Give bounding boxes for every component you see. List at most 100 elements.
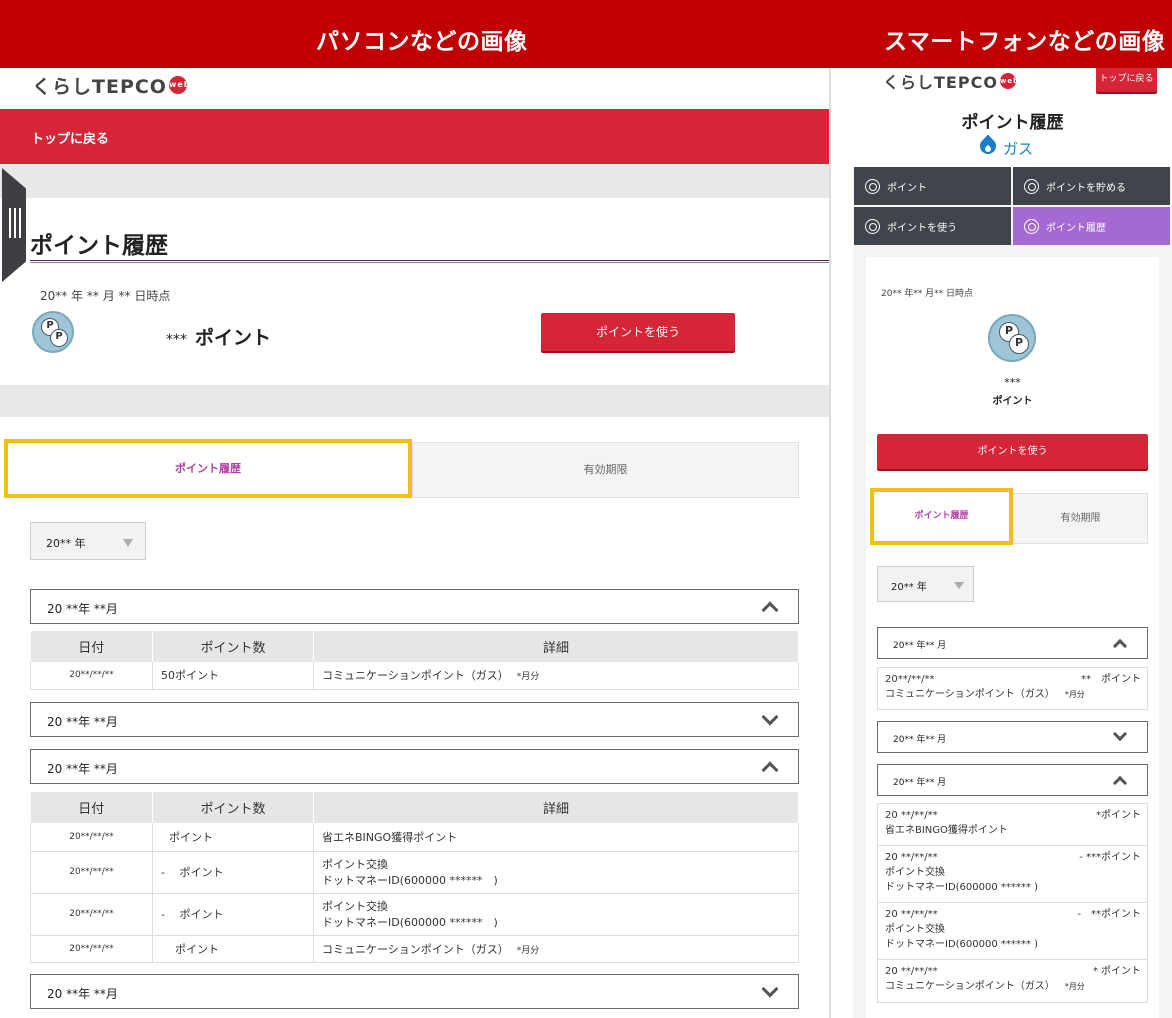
month-accordion-header[interactable]: 20 **年 **月: [30, 589, 799, 624]
back-to-top-link[interactable]: トップに戻る: [31, 128, 109, 147]
row-date: 20**/**/**: [30, 823, 153, 852]
month-accordion-header[interactable]: 20 **年 **月: [30, 702, 799, 737]
menu-item-use[interactable]: ポイントを使う: [854, 207, 1011, 245]
chevron-down-icon: [761, 980, 779, 998]
row-date: 20**/**/**: [30, 851, 153, 894]
points-label: ポイント: [195, 327, 272, 349]
points-value: ***: [166, 332, 187, 348]
title-underline: [30, 260, 829, 263]
year-select-value: 20** 年: [891, 582, 927, 593]
list-item: 20 **/**/** * ポイント コミュニケーションポイント（ガス） *月分: [877, 960, 1148, 1003]
as-of-date: 20** 年** 月** 日時点: [881, 289, 974, 299]
detail-text: ポイント交換: [885, 867, 945, 878]
month-accordion-header[interactable]: 20 **年 **月: [30, 974, 799, 1009]
row-points: *ポイント: [1096, 810, 1141, 821]
piggy-icon: [1024, 178, 1039, 194]
col-header-detail: 詳細: [313, 792, 799, 823]
chevron-up-icon: [761, 761, 779, 779]
list-item: 20 **/**/** *ポイント 省エネBINGO獲得ポイント: [877, 803, 1148, 846]
back-to-top-button[interactable]: トップに戻る: [1096, 68, 1157, 92]
history-icon: [1024, 218, 1039, 234]
row-points: 50ポイント: [152, 662, 314, 690]
table-row: 20**/**/** ポイント コミュニケーションポイント（ガス） *月分: [30, 935, 799, 963]
menu-item-history[interactable]: ポイント履歴: [1013, 207, 1170, 245]
row-date: 20**/**/**: [30, 935, 153, 963]
sp-menu-grid: ポイント ポイントを貯める ポイントを使う ポイント履歴: [854, 167, 1171, 245]
month-accordion-header[interactable]: 20** 年** 月: [877, 764, 1148, 796]
month-accordion-header[interactable]: 20 **年 **月: [30, 749, 799, 784]
page-title: ポイント履歴: [30, 233, 168, 259]
smartphone-screen: くらしTEPCO web トップに戻る ポイント履歴 ガス ポイント ポイントを…: [853, 68, 1172, 1018]
row-detail: コミュニケーションポイント（ガス） *月分: [313, 935, 799, 963]
row-points: ポイント: [152, 823, 314, 852]
tab-expiry[interactable]: 有効期限: [412, 442, 799, 498]
detail-unit: *月分: [1064, 690, 1085, 699]
points-label: ポイント: [992, 396, 1033, 407]
row-detail: コミュニケーションポイント（ガス） *月分: [313, 662, 799, 690]
points-value: ***: [1004, 376, 1021, 389]
detail-text-2: ドットマネーID(600000 ****** ): [885, 882, 1038, 893]
comparison-banner: パソコンなどの画像 スマートフォンなどの画像: [0, 0, 1172, 68]
row-detail: ポイント交換 ドットマネーID(600000 ****** ): [313, 893, 799, 936]
tab-expiry[interactable]: 有効期限: [1013, 493, 1148, 544]
kurashi-tepco-logo[interactable]: くらしTEPCO web: [32, 72, 190, 98]
row-detail: コミュニケーションポイント（ガス） *月分: [885, 687, 1140, 702]
gas-flame-icon: [977, 136, 999, 160]
chevron-down-icon: [761, 708, 779, 726]
month-label: 20** 年** 月: [893, 735, 947, 745]
month-label: 20 **年 **月: [47, 715, 118, 729]
menu-item-earn[interactable]: ポイントを貯める: [1013, 167, 1170, 205]
history-table: 日付 ポイント数 詳細 20**/**/** 50ポイント コミュニケーションポ…: [30, 631, 799, 690]
logo-web-badge: web: [168, 76, 190, 94]
row-date: 20**/**/**: [30, 893, 153, 936]
month-accordion-header[interactable]: 20** 年** 月: [877, 627, 1148, 659]
chevron-down-icon: [1112, 726, 1128, 742]
detail-unit: *月分: [1064, 982, 1085, 991]
sp-banner-label: スマートフォンなどの画像: [884, 29, 1166, 55]
list-item: 20**/**/** ** ポイント コミュニケーションポイント（ガス） *月分: [877, 667, 1148, 710]
gray-divider: [0, 164, 829, 198]
kurashi-tepco-logo[interactable]: くらしTEPCO web: [883, 69, 1018, 93]
menu-item-label: ポイント: [887, 182, 927, 194]
service-label: ガス: [1003, 139, 1034, 158]
table-row: 20**/**/** - ポイント ポイント交換ドットマネーID(600000 …: [30, 851, 799, 894]
year-select[interactable]: 20** 年: [30, 522, 146, 560]
use-points-button[interactable]: ポイントを使う: [877, 434, 1148, 469]
year-select[interactable]: 20** 年: [877, 566, 974, 602]
tab-point-history[interactable]: ポイント履歴: [870, 488, 1013, 545]
chevron-up-icon: [1112, 775, 1128, 791]
menu-item-points[interactable]: ポイント: [854, 167, 1011, 205]
detail-text-2: ドットマネーID(600000 ****** ): [322, 874, 498, 887]
chevron-up-icon: [1112, 638, 1128, 654]
detail-text: ポイント交換: [322, 858, 388, 871]
coin-icon: [865, 178, 880, 194]
month-label: 20 **年 **月: [47, 762, 118, 776]
col-header-date: 日付: [30, 792, 153, 823]
caret-down-icon: [954, 582, 964, 589]
detail-unit: *月分: [516, 672, 540, 683]
exchange-icon: [865, 218, 880, 234]
detail-text: ポイント交換: [322, 900, 388, 913]
row-points: - ポイント: [152, 893, 314, 936]
row-points: - ***ポイント: [1079, 852, 1141, 863]
points-coin-icon: [988, 314, 1036, 362]
month-label: 20 **年 **月: [47, 987, 118, 1001]
month-accordion-header[interactable]: 20** 年** 月: [877, 721, 1148, 753]
logo-text: くらしTEPCO: [883, 73, 998, 92]
row-detail: 省エネBINGO獲得ポイント: [885, 825, 1008, 836]
month-label: 20** 年** 月: [893, 778, 947, 788]
month-label: 20** 年** 月: [893, 641, 947, 651]
detail-text: ポイント交換: [885, 924, 945, 935]
menu-item-label: ポイント履歴: [1046, 222, 1106, 234]
use-points-button[interactable]: ポイントを使う: [541, 313, 735, 351]
tab-point-history[interactable]: ポイント履歴: [4, 439, 412, 498]
detail-text: コミュニケーションポイント（ガス）: [885, 981, 1055, 992]
history-table: 日付 ポイント数 詳細 20**/**/** ポイント 省エネBINGO獲得ポイ…: [30, 792, 799, 963]
row-points: - **ポイント: [1077, 909, 1141, 920]
col-header-points: ポイント数: [152, 792, 314, 823]
row-points: * ポイント: [1092, 966, 1141, 977]
menu-item-label: ポイントを使う: [887, 222, 957, 234]
menu-item-label: ポイントを貯める: [1046, 182, 1126, 194]
row-points: - ポイント: [152, 851, 314, 894]
list-item: 20 **/**/** - ***ポイント ポイント交換 ドットマネーID(60…: [877, 846, 1148, 903]
